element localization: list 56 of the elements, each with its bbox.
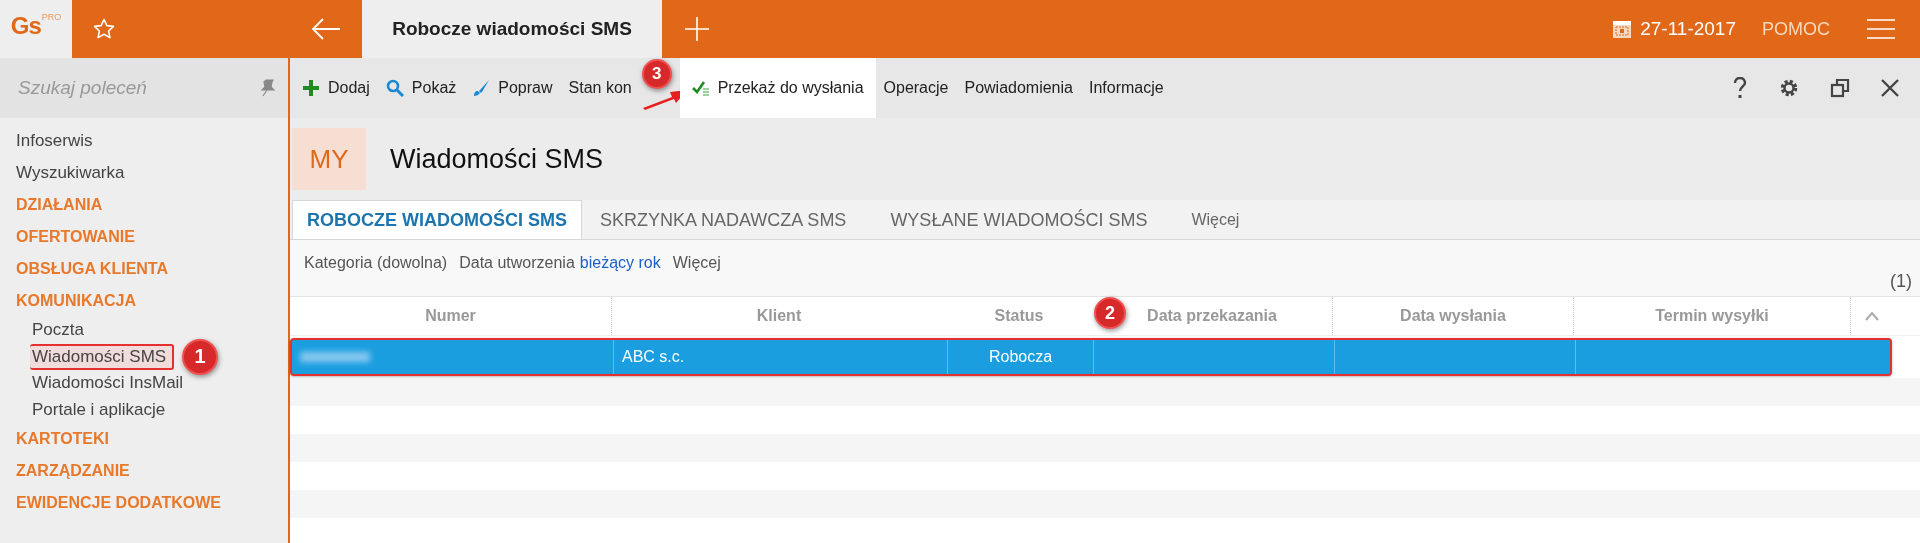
close-icon[interactable]	[1880, 78, 1900, 98]
check-list-icon	[691, 79, 710, 97]
plus-icon[interactable]	[684, 16, 710, 42]
plus-icon	[302, 79, 320, 97]
table-cell: Robocza	[948, 340, 1094, 374]
nav-item[interactable]: Infoserwis	[0, 125, 288, 157]
callout-badge: 2	[1094, 297, 1126, 329]
menu-icon[interactable]	[1866, 18, 1896, 40]
toolbar-button[interactable]: Dodaj	[290, 58, 378, 118]
toolbar-button[interactable]: Pokaż	[377, 58, 465, 118]
callout-badge: 1	[182, 338, 219, 375]
nav-item[interactable]: Poczta	[0, 317, 84, 344]
column-header[interactable]: Data wysłania	[1333, 297, 1574, 335]
column-header[interactable]: Termin wysyłki	[1574, 297, 1851, 335]
date-text: 27-11-2017	[1640, 18, 1736, 40]
toolbar-button[interactable]: Przekaż do wysłania	[679, 58, 876, 118]
tab[interactable]: Więcej	[1177, 201, 1254, 239]
filter-button[interactable]: Kategoria (dowolna)	[304, 254, 448, 296]
toolbar-button[interactable]: Powiadomienia	[956, 58, 1081, 118]
search-icon	[385, 79, 404, 97]
tab[interactable]: ROBOCZE WIADOMOŚCI SMS	[292, 200, 582, 239]
tab[interactable]: SKRZYNKA NADAWCZA SMS	[586, 201, 861, 239]
restore-icon[interactable]	[1830, 78, 1850, 98]
page-title: Wiadomości SMS	[390, 143, 604, 175]
module-badge: MY	[292, 128, 366, 190]
search-input[interactable]: Szukaj poleceń	[16, 72, 260, 104]
pin-icon[interactable]	[260, 79, 276, 97]
nav-item[interactable]: Wiadomości InsMail	[0, 370, 184, 397]
document-tab[interactable]: Robocze wiadomości SMS	[362, 0, 662, 58]
logo-suffix-text: PRO	[41, 12, 62, 22]
callout-badge: 3	[641, 59, 672, 89]
record-count: (1)	[1890, 271, 1912, 292]
toolbar-button[interactable]: Stan kon	[560, 58, 640, 118]
filter-link[interactable]: bieżący rok	[579, 254, 661, 271]
toolbar-button[interactable]: Popraw	[464, 58, 561, 118]
back-arrow-icon[interactable]	[310, 17, 342, 41]
calendar-icon	[1612, 19, 1633, 39]
filter-button[interactable]: Więcej	[672, 254, 721, 296]
help-icon[interactable]	[1732, 77, 1748, 99]
search-field[interactable]: Szukaj poleceń	[0, 58, 288, 118]
column-header[interactable]: Numer	[290, 297, 612, 335]
column-header[interactable]: Klient	[612, 297, 946, 335]
nav-item[interactable]: Portale i aplikacje	[0, 396, 166, 423]
settings-icon[interactable]	[1778, 77, 1800, 99]
filter-label: Data utworzenia	[459, 254, 575, 271]
brush-icon	[472, 79, 491, 97]
star-icon[interactable]	[92, 17, 116, 41]
table-cell: ABC s.c.	[614, 340, 948, 374]
nav-item[interactable]: Wiadomości SMS	[30, 343, 175, 370]
nav-item[interactable]: Wyszukiwarka	[0, 157, 288, 189]
scroll-up-icon[interactable]	[1865, 311, 1879, 321]
logo-text: Gs	[10, 12, 41, 40]
toolbar-button[interactable]: Informacje	[1080, 58, 1172, 118]
toolbar-button[interactable]: Operacje	[875, 58, 957, 118]
tab[interactable]: WYSŁANE WIADOMOŚCI SMS	[876, 201, 1162, 239]
table-row[interactable]: ABC s.c. Robocza	[290, 338, 1892, 376]
